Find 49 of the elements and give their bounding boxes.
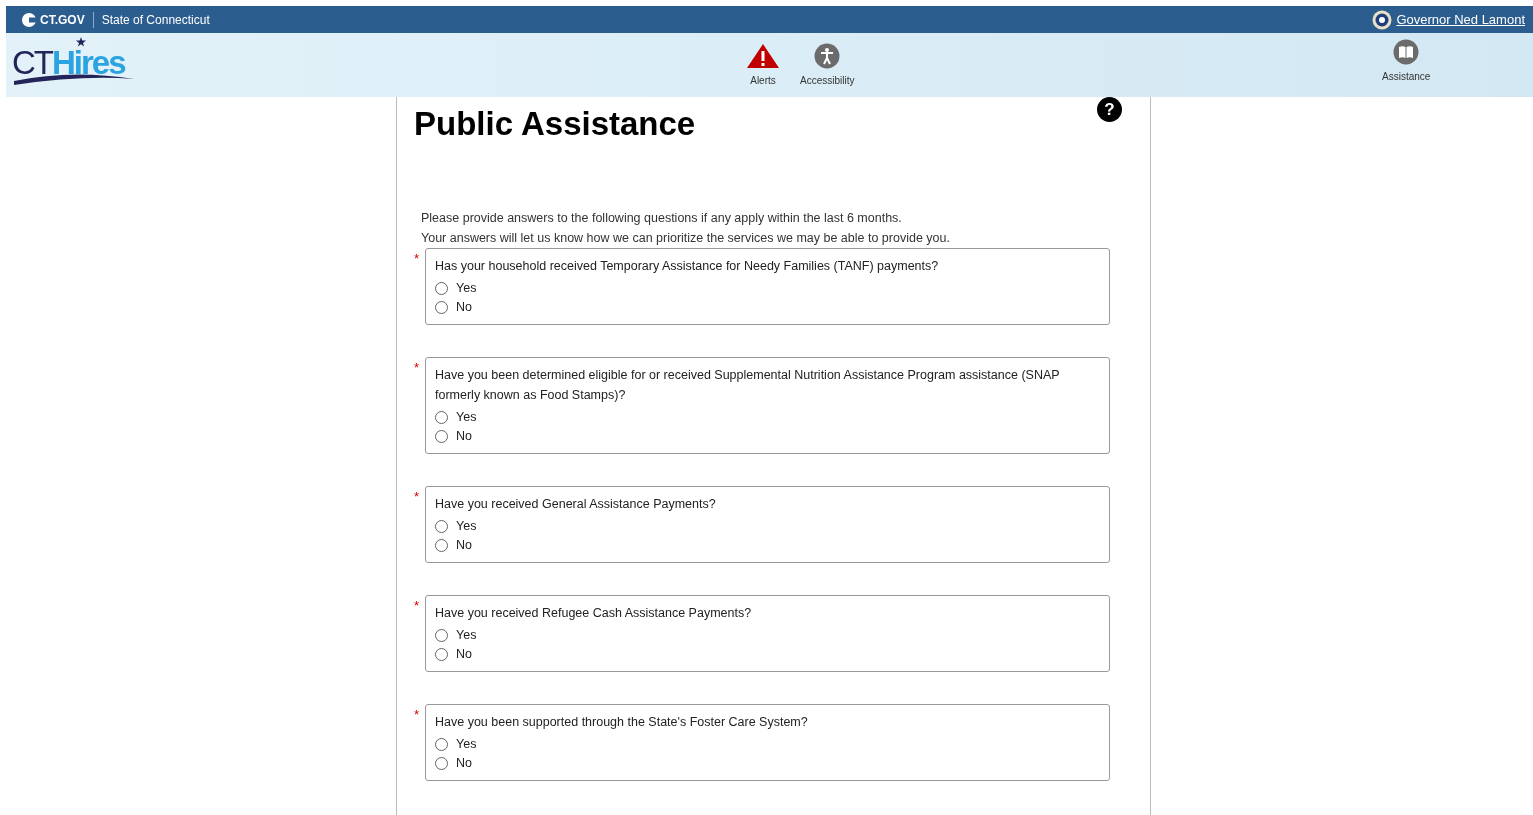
book-icon (1393, 39, 1420, 65)
star-icon (76, 37, 86, 47)
logo-text: CT (12, 46, 52, 79)
question-text: Have you received Refugee Cash Assistance Payments? (435, 605, 753, 623)
radio-label: No (456, 428, 472, 446)
required-asterisk: * (414, 360, 420, 376)
intro-text: Please provide answers to the following questions if any apply within the last 6 months. (421, 210, 903, 228)
required-asterisk: * (414, 251, 420, 267)
required-asterisk: * (414, 707, 420, 723)
governor-link[interactable]: Governor Ned Lamont (1396, 9, 1525, 30)
site-logo[interactable]: CTHires (12, 37, 136, 93)
radio-button[interactable] (435, 628, 448, 642)
radio-label: Yes (456, 408, 477, 426)
question-text: Have you been determined eligible for or received Supplemental Nutrition Assistance Program assistance (SNAP formerly known as Food Stamps)? (435, 367, 1061, 405)
radio-label: No (456, 299, 472, 317)
seal-icon (1372, 9, 1393, 30)
required-asterisk: * (414, 489, 420, 505)
accessibility-icon (814, 43, 841, 69)
nav-button[interactable]: Alerts (738, 43, 788, 88)
radio-button[interactable] (435, 648, 448, 661)
required-asterisk: * (414, 598, 420, 614)
nav-button[interactable]: Accessibility (792, 43, 863, 88)
nav-button[interactable]: Assistance (1374, 39, 1439, 84)
radio-label: No (456, 755, 472, 773)
help-icon[interactable]: ? (1097, 97, 1122, 122)
radio-button[interactable] (435, 737, 448, 751)
warning-icon (746, 43, 780, 69)
question-text: Has your household received Temporary Assistance for Needy Families (TANF) payments? (435, 258, 940, 276)
radio-button[interactable] (435, 281, 448, 295)
question-text: Have you been supported through the State's Foster Care System? (435, 714, 809, 732)
radio-label: Yes (456, 626, 477, 644)
ct-logo-icon (22, 12, 36, 27)
radio-button[interactable] (435, 519, 448, 533)
state-label: State of Connecticut (101, 11, 210, 29)
radio-label: Yes (456, 735, 477, 753)
radio-button[interactable] (435, 430, 448, 443)
radio-button[interactable] (435, 757, 448, 770)
radio-button[interactable] (435, 301, 448, 314)
question-text: Have you received General Assistance Payments? (435, 496, 717, 514)
logo-text: Hires (52, 46, 125, 79)
radio-button[interactable] (435, 539, 448, 552)
intro-text: Your answers will let us know how we can prioritize the services we may be able to provide you. (421, 230, 951, 248)
page-title: Public Assistance (414, 104, 696, 144)
radio-label: Yes (456, 517, 477, 535)
radio-button[interactable] (435, 410, 448, 424)
radio-label: Yes (456, 279, 477, 297)
radio-label: No (456, 537, 472, 555)
radio-label: No (456, 646, 472, 664)
brand-label: CT.GOV (40, 11, 85, 29)
